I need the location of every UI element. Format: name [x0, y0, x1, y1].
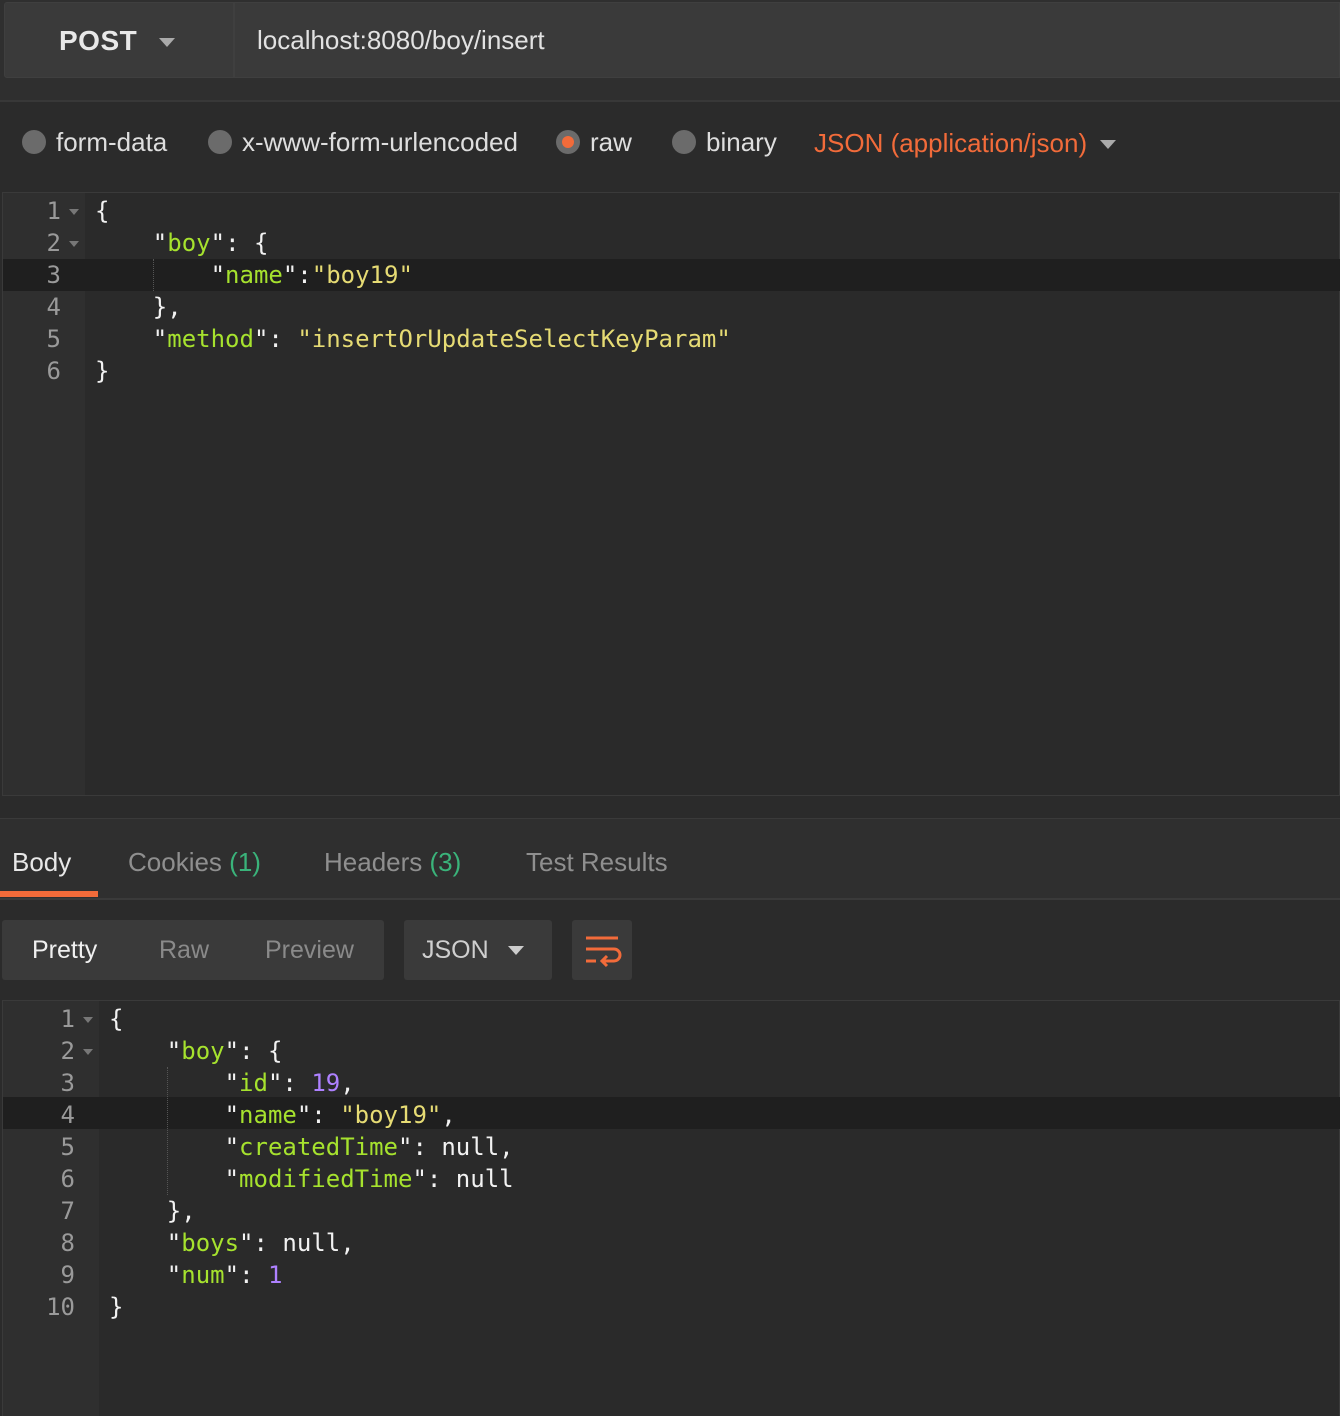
code-line: "modifiedTime": null	[224, 1165, 514, 1193]
code-line: "id": 19,	[224, 1069, 355, 1097]
content-type-label: JSON (application/json)	[814, 128, 1088, 158]
line-number: 9	[60, 1261, 75, 1289]
cookies-count: (1)	[229, 847, 261, 877]
code-line: "name": "boy19",	[224, 1101, 456, 1129]
radio-selected-icon	[556, 130, 580, 154]
line-number: 10	[46, 1293, 75, 1321]
tab-test-results[interactable]: Test Results	[526, 847, 668, 878]
fold-arrow-icon[interactable]	[83, 1049, 93, 1055]
wrap-lines-button[interactable]	[572, 920, 632, 980]
fold-arrow-icon[interactable]	[69, 209, 79, 215]
tab-body[interactable]: Body	[12, 847, 71, 878]
response-tabs: Body Cookies (1) Headers (3) Test Result…	[0, 818, 1340, 900]
response-body-viewer[interactable]: 1 2 3 4 5 6 7 8 9 10 { "boy": { "id": 19…	[2, 1000, 1340, 1416]
tab-headers[interactable]: Headers (3)	[324, 847, 461, 878]
view-preview-button[interactable]: Preview	[265, 936, 354, 965]
tab-cookies[interactable]: Cookies (1)	[128, 847, 261, 878]
code-line: "method": "insertOrUpdateSelectKeyParam"	[152, 325, 731, 353]
line-number: 2	[60, 1037, 75, 1065]
radio-label: x-www-form-urlencoded	[242, 127, 518, 157]
code-line: "name":"boy19"	[210, 261, 413, 289]
line-number: 5	[46, 325, 61, 353]
fold-arrow-icon[interactable]	[83, 1017, 93, 1023]
code-line: },	[109, 1197, 196, 1225]
chevron-down-icon	[159, 38, 175, 47]
code-line: }	[95, 357, 110, 385]
view-pretty-button[interactable]: Pretty	[32, 936, 97, 965]
code-line: {	[95, 197, 110, 225]
code-line: "num": 1	[166, 1261, 283, 1289]
code-line: "boys": null,	[166, 1229, 355, 1257]
url-input[interactable]: localhost:8080/boy/insert	[234, 2, 1340, 78]
code-line: }	[109, 1293, 124, 1321]
line-number: 3	[46, 261, 61, 289]
line-number: 6	[46, 357, 61, 385]
method-label: POST	[59, 25, 138, 56]
line-number: 1	[60, 1005, 75, 1033]
active-tab-indicator	[0, 891, 98, 897]
line-number: 3	[60, 1069, 75, 1097]
chevron-down-icon	[1100, 140, 1116, 149]
line-number: 8	[60, 1229, 75, 1257]
chevron-down-icon	[508, 946, 524, 955]
view-raw-button[interactable]: Raw	[159, 936, 209, 965]
method-select[interactable]: POST	[4, 2, 234, 78]
radio-label: raw	[590, 127, 632, 157]
code-line: {	[109, 1005, 124, 1033]
radio-circle-icon	[672, 130, 696, 154]
radio-label: form-data	[56, 127, 168, 157]
text-wrap-icon	[586, 936, 622, 968]
tab-label: Headers	[324, 847, 423, 877]
line-number: 4	[60, 1101, 75, 1129]
radio-label: binary	[706, 127, 777, 157]
radio-circle-icon	[208, 130, 232, 154]
code-line: "boy": {	[152, 229, 269, 257]
tab-label: Cookies	[128, 847, 222, 877]
code-line: "boy": {	[166, 1037, 283, 1065]
code-line: "createdTime": null,	[224, 1133, 514, 1161]
body-mode-row: form-data x-www-form-urlencoded raw bina…	[0, 100, 1340, 194]
line-number: 4	[46, 293, 61, 321]
url-text: localhost:8080/boy/insert	[257, 25, 545, 55]
format-label: JSON	[422, 936, 489, 964]
line-number: 1	[46, 197, 61, 225]
fold-arrow-icon[interactable]	[69, 241, 79, 247]
line-number: 6	[60, 1165, 75, 1193]
view-mode-segment: Pretty Raw Preview	[2, 920, 384, 980]
line-number: 5	[60, 1133, 75, 1161]
radio-circle-icon	[22, 130, 46, 154]
line-number: 7	[60, 1197, 75, 1225]
headers-count: (3)	[429, 847, 462, 877]
line-number: 2	[46, 229, 61, 257]
code-line: },	[95, 293, 182, 321]
url-bar: POST localhost:8080/boy/insert	[0, 0, 1340, 100]
request-body-editor[interactable]: 1 2 3 4 5 6 { "boy": { "name":"boy19" },…	[2, 192, 1340, 796]
format-select[interactable]: JSON	[404, 920, 552, 980]
